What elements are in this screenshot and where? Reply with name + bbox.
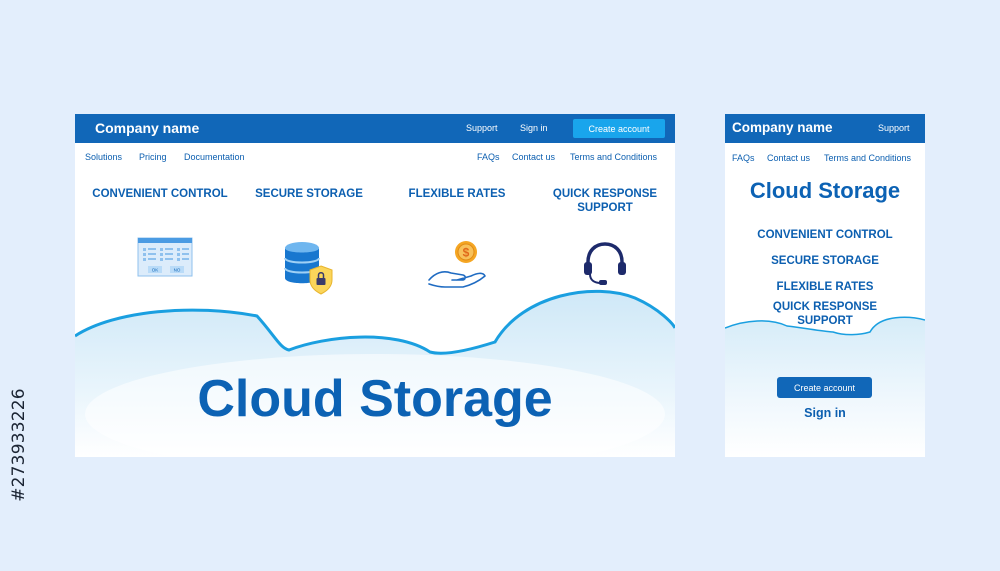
nav-contact-us[interactable]: Contact us xyxy=(512,152,555,162)
mobile-nav-terms[interactable]: Terms and Conditions xyxy=(824,153,911,163)
mobile-feature-quick-response-support: QUICK RESPONSE SUPPORT xyxy=(725,300,925,328)
nav-terms[interactable]: Terms and Conditions xyxy=(570,152,657,162)
mobile-nav-faqs[interactable]: FAQs xyxy=(732,153,755,163)
feature-quick-response-line2: SUPPORT xyxy=(577,202,633,214)
mobile-brand-logo[interactable]: Company name xyxy=(732,120,833,135)
desktop-landing-page: Company name Support Sign in Create acco… xyxy=(75,114,675,457)
mobile-sign-in-link[interactable]: Sign in xyxy=(725,406,925,420)
create-account-button[interactable]: Create account xyxy=(573,119,665,138)
mobile-landing-page: Company name Support FAQs Contact us Ter… xyxy=(725,114,925,457)
mobile-nav-contact-us[interactable]: Contact us xyxy=(767,153,810,163)
mobile-feature-secure-storage: SECURE STORAGE xyxy=(771,255,879,267)
nav-pricing[interactable]: Pricing xyxy=(139,152,167,162)
control-panel-icon: OK NO xyxy=(137,237,193,277)
headset-icon xyxy=(584,242,626,285)
stock-id-watermark: #273933226 xyxy=(9,388,29,502)
mobile-header: Company name Support xyxy=(725,114,925,143)
mobile-feature-quick-response-line1: QUICK RESPONSE xyxy=(772,301,878,313)
feature-flexible-rates: FLEXIBLE RATES xyxy=(408,188,506,200)
mobile-feature-flexible-rates: FLEXIBLE RATES xyxy=(776,281,874,293)
mobile-feature-quick-response-line2: SUPPORT xyxy=(797,315,853,327)
feature-quick-response-line1: QUICK RESPONSE xyxy=(552,188,658,200)
coin-dollar-symbol: $ xyxy=(463,246,470,260)
hero-title: Cloud Storage xyxy=(197,370,553,428)
feature-convenient-control: CONVENIENT CONTROL xyxy=(92,188,228,200)
mobile-feature-convenient-control: CONVENIENT CONTROL xyxy=(757,229,893,241)
mobile-support-link[interactable]: Support xyxy=(878,123,910,133)
sign-in-link[interactable]: Sign in xyxy=(520,123,548,133)
desktop-header: Company name Support Sign in Create acco… xyxy=(75,114,675,143)
nav-solutions[interactable]: Solutions xyxy=(85,152,122,162)
panel-no-label: NO xyxy=(174,268,181,273)
secure-database-icon xyxy=(284,242,333,295)
panel-ok-label: OK xyxy=(152,268,159,273)
nav-documentation[interactable]: Documentation xyxy=(184,152,245,162)
feature-quick-response-support: QUICK RESPONSE SUPPORT xyxy=(543,187,667,215)
mobile-create-account-button[interactable]: Create account xyxy=(777,377,872,398)
feature-secure-storage: SECURE STORAGE xyxy=(255,188,363,200)
hand-coin-icon: $ xyxy=(428,241,486,288)
brand-logo[interactable]: Company name xyxy=(95,120,199,136)
support-link[interactable]: Support xyxy=(466,123,498,133)
nav-faqs[interactable]: FAQs xyxy=(477,152,500,162)
mobile-title: Cloud Storage xyxy=(749,178,901,203)
